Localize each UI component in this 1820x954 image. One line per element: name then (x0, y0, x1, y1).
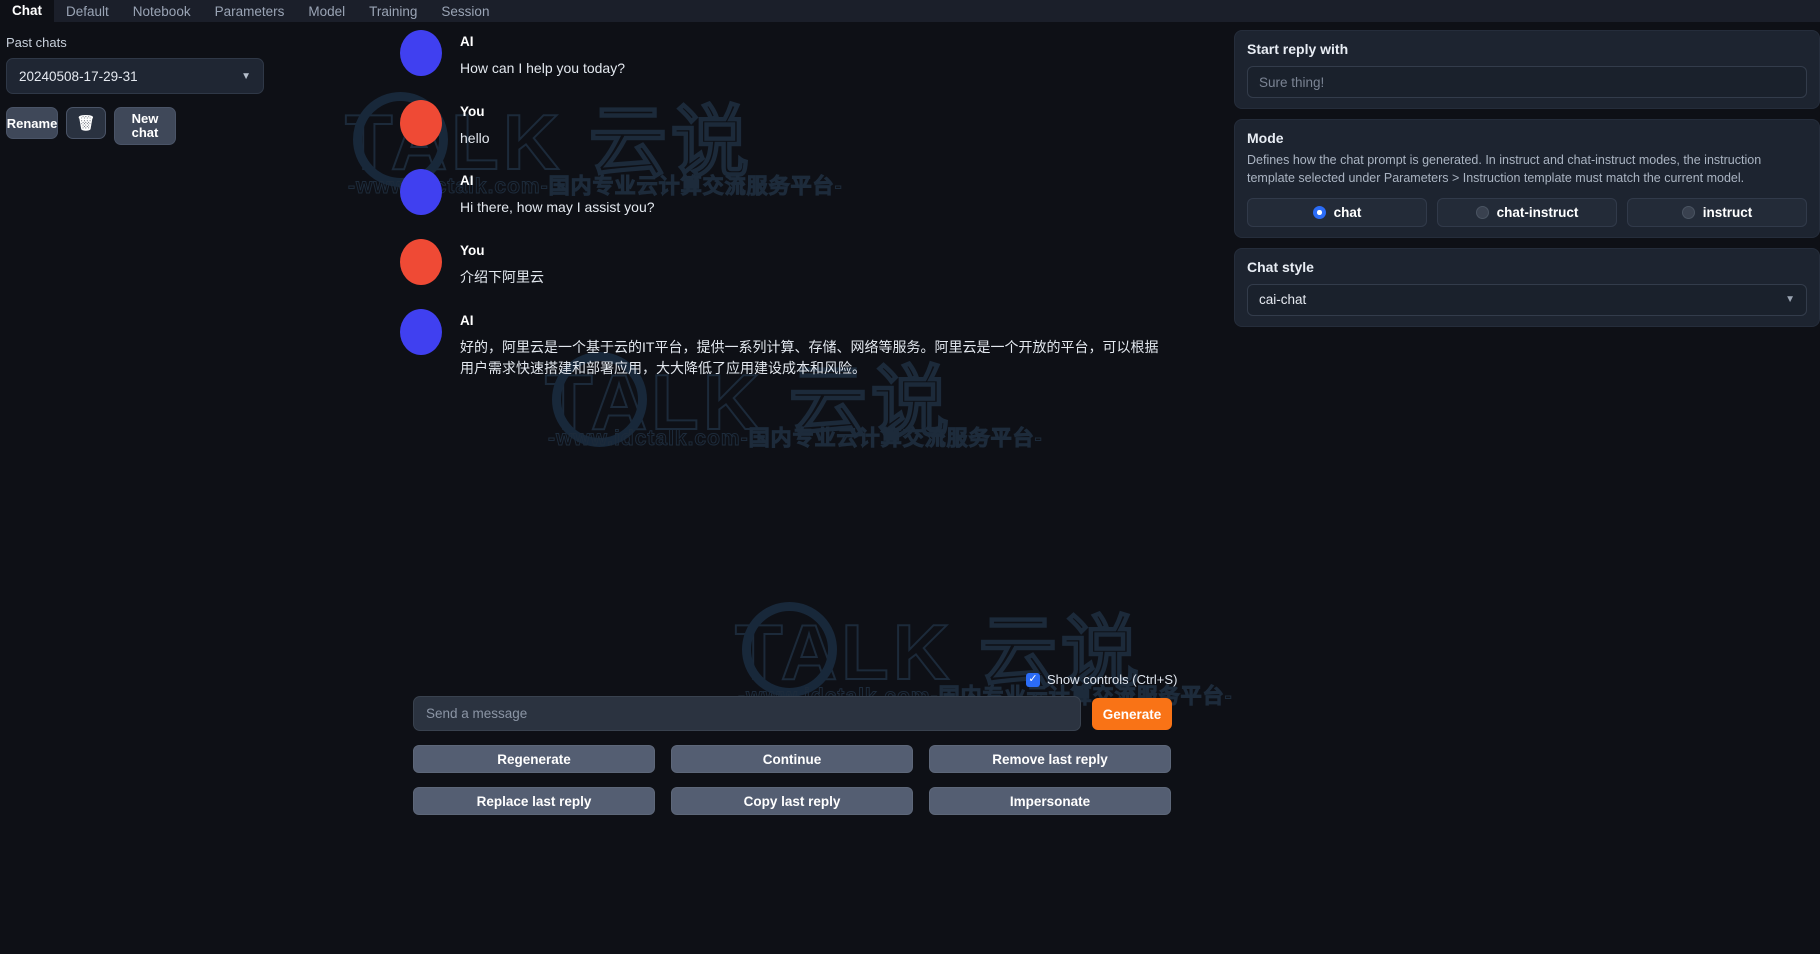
right-sidebar: Start reply with Sure thing! Mode Define… (1234, 30, 1820, 337)
replace-last-reply-button[interactable]: Replace last reply (413, 787, 655, 815)
past-chats-label: Past chats (6, 35, 67, 50)
chat-message: You 介绍下阿里云 (400, 239, 1190, 289)
message-text: 介绍下阿里云 (460, 269, 544, 286)
chat-style-card: Chat style cai-chat ▼ (1234, 247, 1820, 327)
chat-message: You hello (400, 99, 1190, 150)
show-controls-checkbox[interactable]: ✓ (1026, 672, 1040, 687)
new-chat-button[interactable]: New chat (114, 107, 176, 145)
mode-option-chat[interactable]: chat (1247, 197, 1427, 227)
mode-radio-group: chat chat-instruct instruct (1247, 197, 1807, 227)
impersonate-button[interactable]: Impersonate (929, 787, 1171, 815)
send-message-input[interactable]: Send a message (413, 696, 1081, 731)
tab-chat[interactable]: Chat (0, 0, 54, 22)
mode-option-instruct-label: instruct (1702, 204, 1753, 220)
generate-button[interactable]: Generate (1092, 698, 1172, 730)
show-controls-row[interactable]: ✓ Show controls (Ctrl+S) (1026, 672, 1177, 687)
start-reply-input[interactable]: Sure thing! (1247, 66, 1807, 98)
start-reply-card: Start reply with Sure thing! (1234, 30, 1820, 109)
message-text: 好的，阿里云是一个基于云的IT平台，提供一系列计算、存储、网络等服务。阿里云是一… (460, 338, 1159, 377)
past-chats-value: 20240508-17-29-31 (19, 68, 138, 84)
mode-title: Mode (1247, 130, 1284, 146)
tab-parameters[interactable]: Parameters (203, 0, 297, 22)
message-author: AI (460, 312, 474, 328)
chat-actions-row: Rename 🗑 New chat (6, 107, 176, 145)
copy-last-reply-button[interactable]: Copy last reply (671, 787, 913, 815)
watermark-sub-mid: -www.idctalk.com-国内专业云计算交流服务平台- (548, 427, 1043, 451)
radio-unselected-icon (1681, 205, 1695, 219)
chat-transcript: AI How can I help you today? You hello A… (400, 30, 1190, 400)
continue-button[interactable]: Continue (671, 745, 913, 773)
chat-action-buttons: Regenerate Continue Remove last reply Re… (413, 745, 1171, 815)
trash-icon-button[interactable]: 🗑 (66, 107, 106, 139)
chat-style-title: Chat style (1247, 258, 1314, 275)
mode-option-chat-instruct[interactable]: chat-instruct (1437, 197, 1617, 227)
show-controls-label: Show controls (Ctrl+S) (1047, 672, 1178, 687)
chat-message: AI Hi there, how may I assist you? (400, 169, 1190, 219)
past-chats-select[interactable]: 20240508-17-29-31 ▼ (6, 58, 264, 94)
tab-default[interactable]: Default (54, 0, 121, 22)
message-author: AI (460, 173, 474, 189)
remove-last-reply-button[interactable]: Remove last reply (929, 745, 1171, 773)
main-tabbar: Chat Default Notebook Parameters Model T… (0, 0, 1820, 22)
chat-message: AI 好的，阿里云是一个基于云的IT平台，提供一系列计算、存储、网络等服务。阿里… (400, 308, 1190, 380)
message-author: You (460, 243, 485, 259)
app-root: TALK 云说 -www.idctalk.com-国内专业云计算交流服务平台- … (0, 0, 1820, 954)
watermark-ring-bottom (742, 602, 837, 697)
chat-style-value: cai-chat (1259, 292, 1307, 307)
rename-button[interactable]: Rename (6, 107, 58, 139)
avatar (400, 169, 442, 216)
chat-message: AI How can I help you today? (400, 30, 1190, 80)
radio-selected-icon (1312, 205, 1326, 219)
avatar (400, 99, 442, 146)
tab-training[interactable]: Training (357, 0, 429, 22)
tab-model[interactable]: Model (296, 0, 357, 22)
message-author: AI (460, 34, 474, 49)
avatar (400, 30, 442, 76)
regenerate-button[interactable]: Regenerate (413, 745, 655, 773)
mode-option-chat-label: chat (1333, 204, 1362, 220)
message-author: You (460, 103, 485, 119)
radio-unselected-icon (1475, 205, 1489, 219)
tab-session[interactable]: Session (429, 0, 501, 22)
mode-description: Defines how the chat prompt is generated… (1247, 153, 1762, 185)
mode-card: Mode Defines how the chat prompt is gene… (1234, 119, 1820, 238)
mode-option-instruct[interactable]: instruct (1627, 197, 1807, 227)
message-text: Hi there, how may I assist you? (460, 199, 655, 216)
chat-style-select[interactable]: cai-chat ▼ (1247, 283, 1807, 316)
avatar (400, 308, 442, 355)
tab-notebook[interactable]: Notebook (121, 0, 203, 22)
avatar (400, 239, 442, 286)
message-text: hello (460, 129, 490, 146)
message-text: How can I help you today? (460, 60, 625, 76)
chevron-down-icon: ▼ (241, 70, 251, 82)
mode-option-chat-instruct-label: chat-instruct (1496, 204, 1579, 220)
chevron-down-icon: ▼ (1785, 294, 1795, 305)
start-reply-title: Start reply with (1247, 41, 1349, 57)
